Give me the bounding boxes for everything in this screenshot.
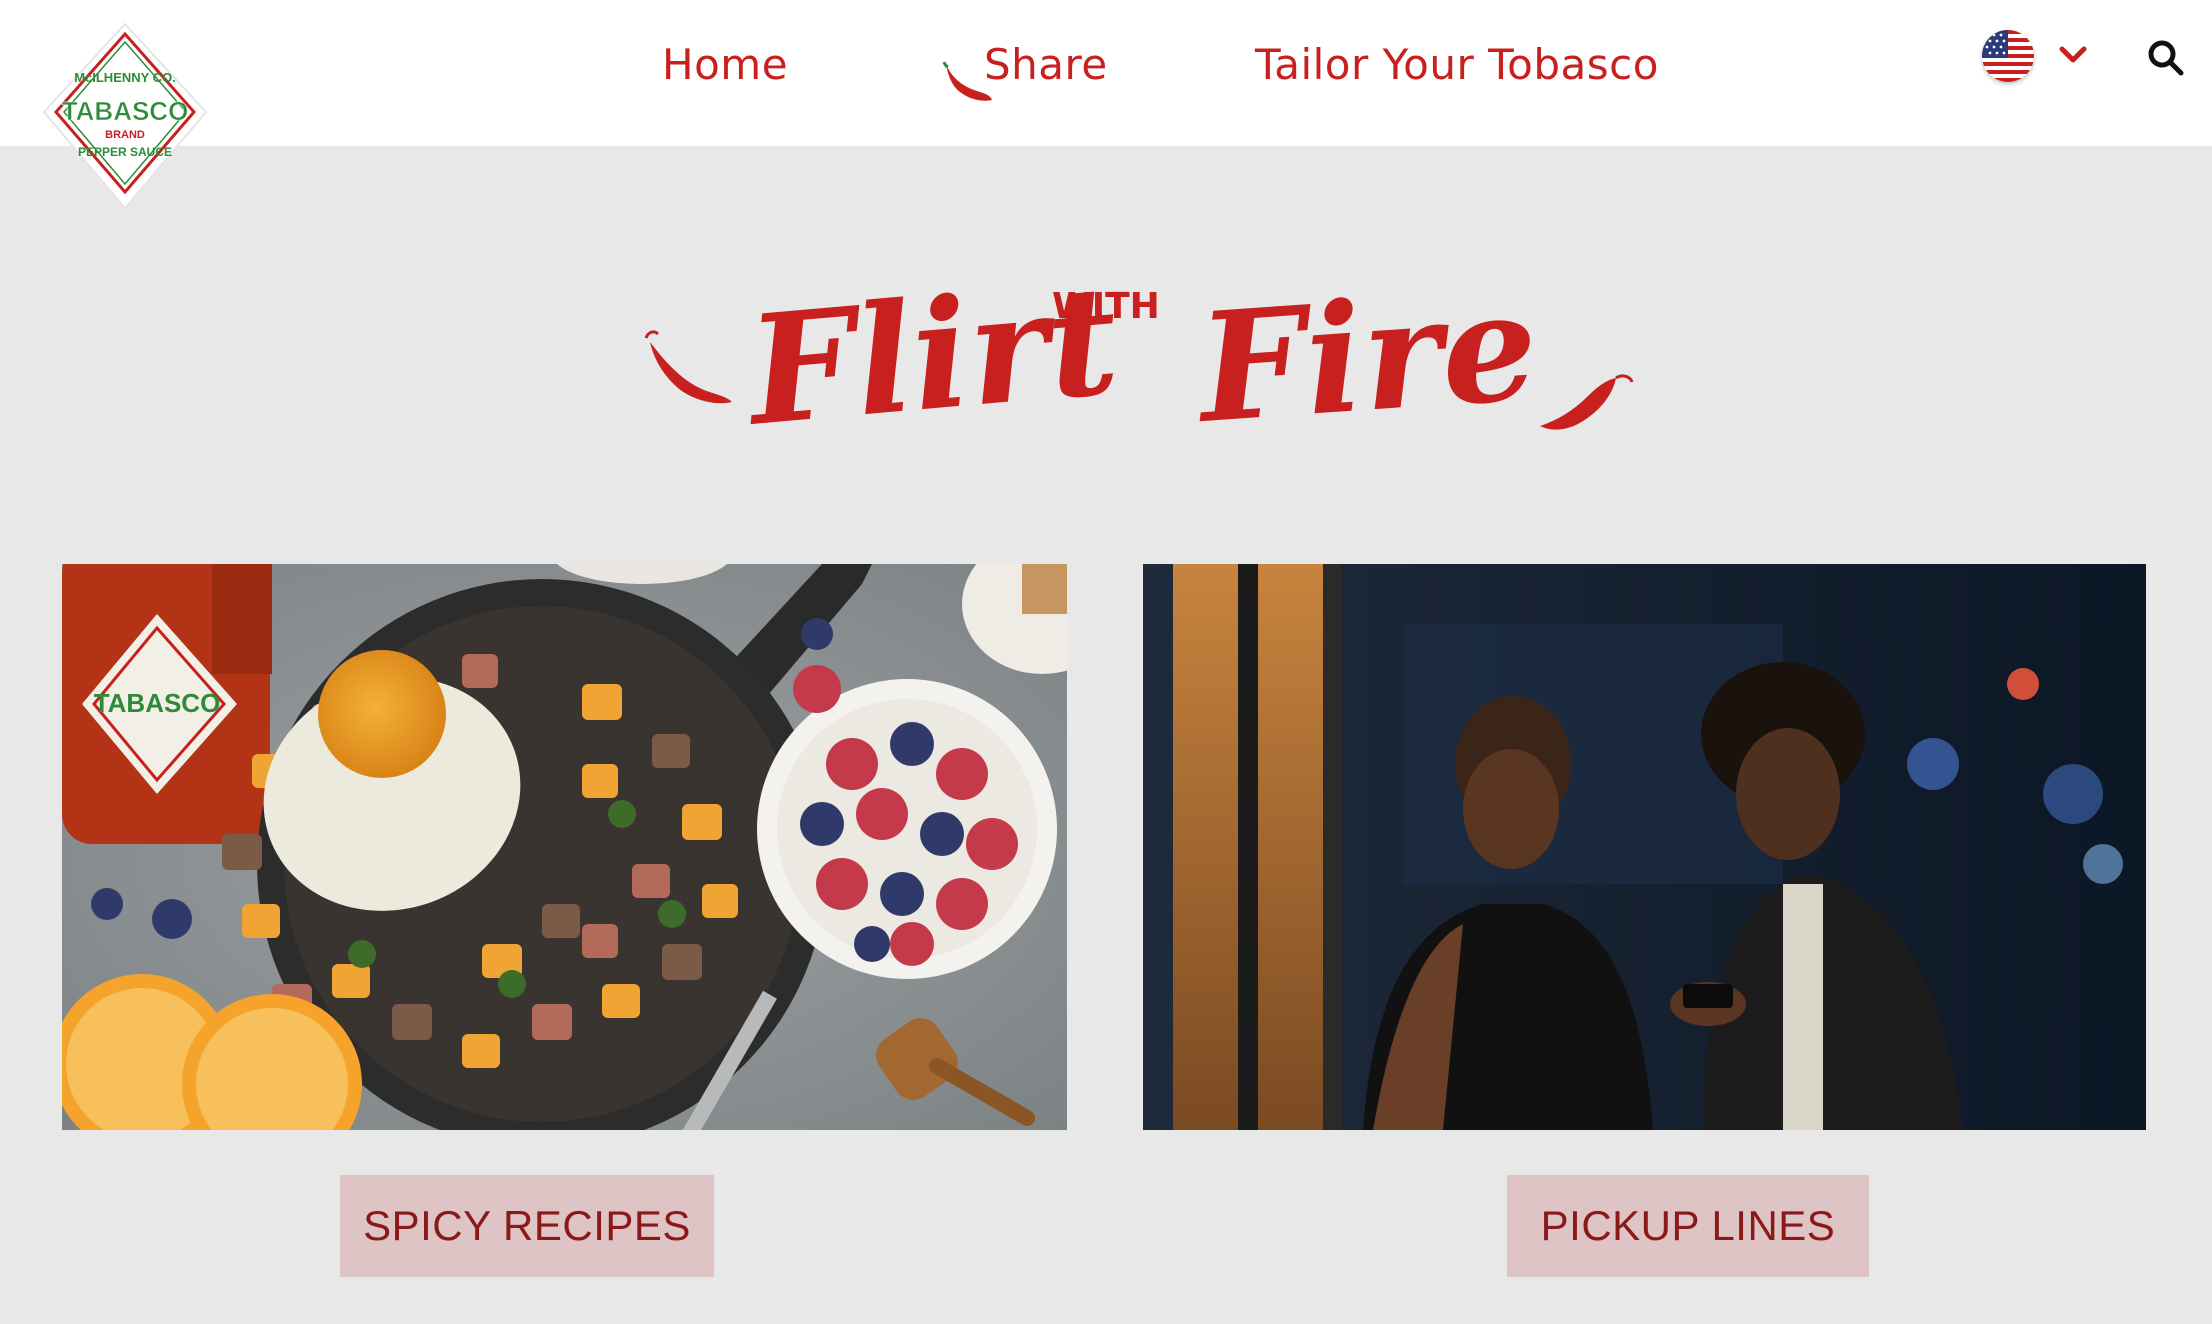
nav-share[interactable]: Share	[984, 40, 1108, 89]
bottle-label-text: TABASCO	[94, 688, 221, 718]
pickup-lines-card-image[interactable]	[1143, 564, 2146, 1130]
spicy-recipes-button[interactable]: SPICY RECIPES	[340, 1175, 714, 1277]
logo-brand-text: BRAND	[105, 129, 145, 141]
hero-title-with: WITH	[1052, 286, 1160, 327]
nav-home[interactable]: Home	[662, 40, 788, 89]
left-pepper-icon	[644, 330, 732, 404]
couple-at-night-photo	[1143, 564, 2146, 1130]
hero-title: Flirt WITH Fire	[644, 252, 1634, 460]
breakfast-skillet-photo: TABASCO	[62, 564, 1067, 1130]
us-flag-icon[interactable]	[1982, 30, 2034, 82]
pickup-lines-button[interactable]: PICKUP LINES	[1507, 1175, 1869, 1277]
hero-title-flirt: Flirt	[738, 252, 1125, 460]
logo-top-text: McILHENNY CO.	[74, 70, 176, 85]
tabasco-logo[interactable]: McILHENNY CO. TABASCO BRAND PEPPER SAUCE	[40, 20, 210, 215]
recipes-card-image[interactable]: TABASCO	[62, 564, 1067, 1130]
logo-bottom-text: PEPPER SAUCE	[78, 145, 172, 159]
chevron-down-icon[interactable]	[2058, 44, 2088, 66]
nav-tailor-your-tobasco[interactable]: Tailor Your Tobasco	[1255, 40, 1659, 89]
right-pepper-icon	[1540, 374, 1634, 430]
search-icon[interactable]	[2146, 38, 2186, 78]
hero-title-fire: Fire	[1189, 258, 1542, 457]
